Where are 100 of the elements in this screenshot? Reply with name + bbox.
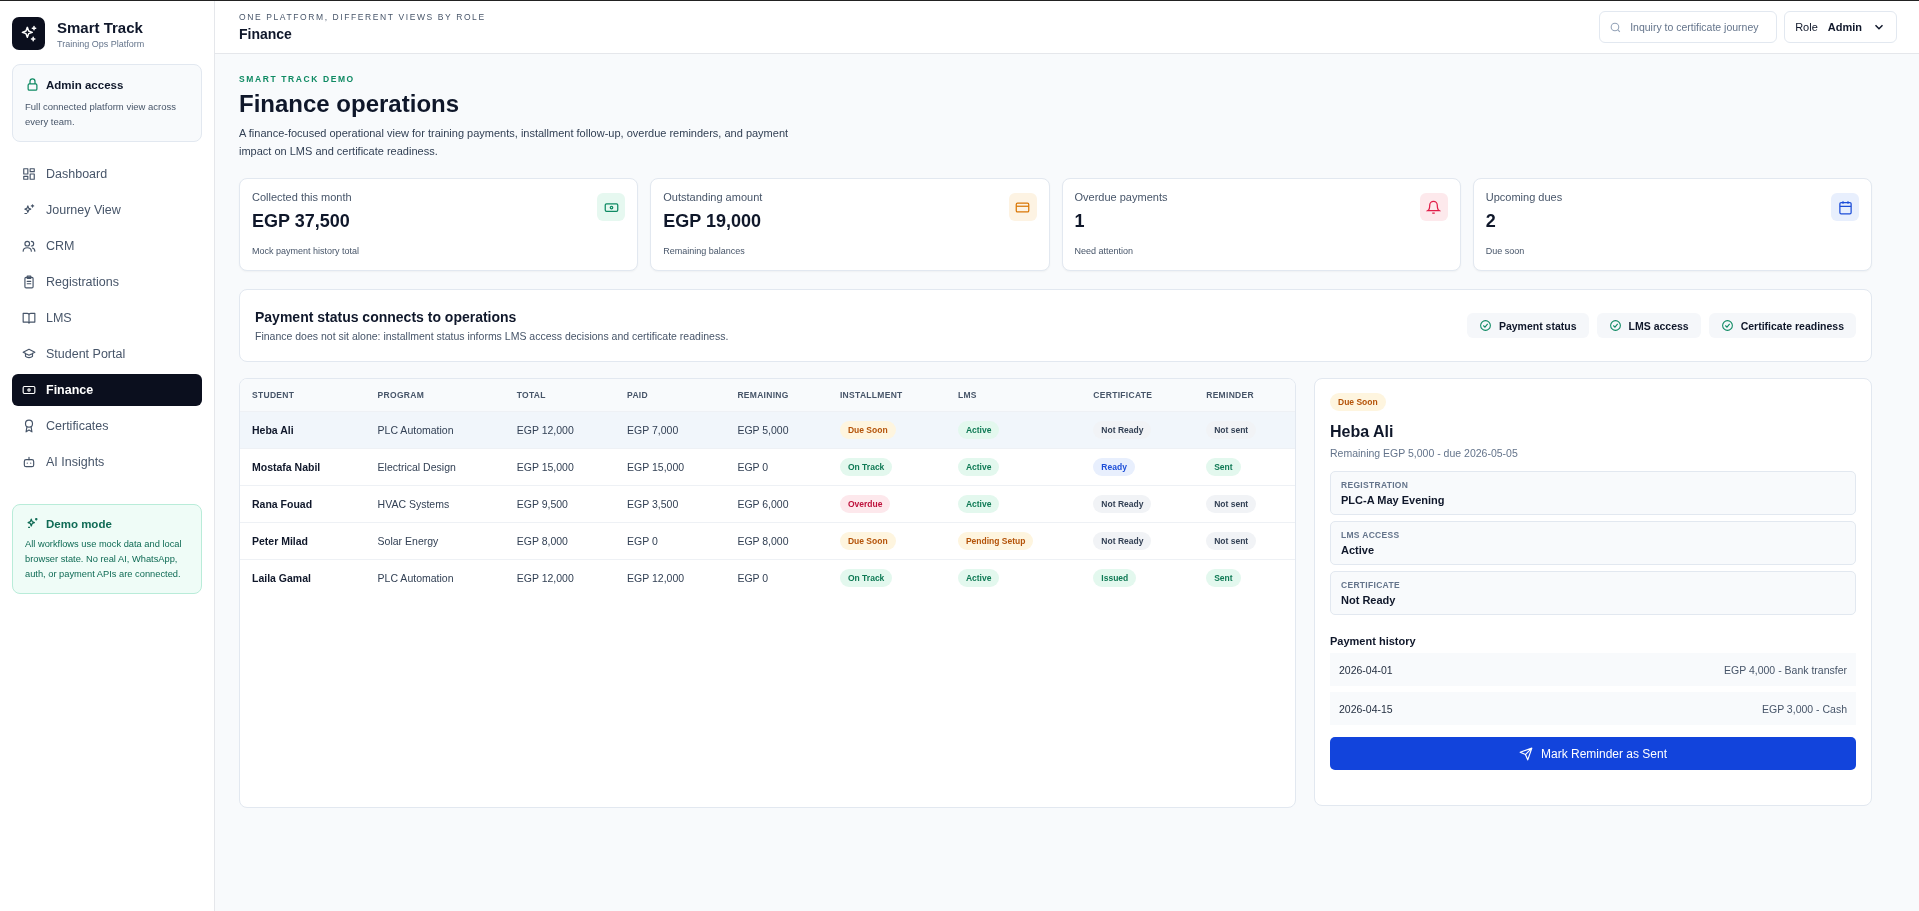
status-badge: Not sent bbox=[1206, 532, 1257, 551]
award-icon bbox=[22, 419, 36, 434]
bell-icon bbox=[1419, 193, 1448, 222]
payment-date: 2026-04-01 bbox=[1339, 663, 1393, 676]
role-dropdown[interactable]: Role Admin bbox=[1784, 11, 1897, 43]
table-cell: PLC Automation bbox=[377, 572, 454, 585]
status-chip: LMS access bbox=[1596, 313, 1701, 339]
status-badge: Sent bbox=[1206, 458, 1241, 477]
table-cell: EGP 12,000 bbox=[516, 424, 574, 437]
page-title: Finance operations bbox=[239, 90, 461, 118]
table-cell: Laila Gamal bbox=[252, 572, 311, 585]
info-value: PLC-A May Evening bbox=[1341, 494, 1446, 507]
stat-value: EGP 37,500 bbox=[252, 211, 351, 233]
student-name: Heba Ali bbox=[1330, 423, 1395, 442]
table-cell: Electrical Design bbox=[377, 461, 456, 474]
robot-icon bbox=[22, 455, 36, 470]
mark-reminder-button[interactable]: Mark Reminder as Sent bbox=[1330, 737, 1856, 771]
access-text: Full connected platform view across every team. bbox=[25, 100, 177, 130]
table-row[interactable]: Laila Gamal PLC Automation EGP 12,000 EGP 12,000 EGP 0 On Track Active Issued Sent bbox=[240, 559, 1295, 597]
brand-name: Smart Track bbox=[57, 18, 144, 36]
info-label: REGISTRATION bbox=[1341, 480, 1410, 491]
table-cell: Rana Fouad bbox=[252, 498, 313, 511]
table-cell: EGP 3,500 bbox=[627, 498, 679, 511]
nav-item[interactable]: Dashboard bbox=[12, 158, 202, 191]
column-header: LMS bbox=[945, 379, 1082, 412]
status-badge: Due Soon bbox=[1330, 393, 1386, 412]
header-title: Finance bbox=[239, 26, 293, 42]
info-value: Active bbox=[1341, 544, 1376, 557]
column-header: TOTAL bbox=[504, 379, 616, 412]
calendar-icon bbox=[1831, 193, 1859, 222]
status-badge: Overdue bbox=[839, 495, 891, 514]
status-badge: Not sent bbox=[1206, 495, 1257, 514]
status-badge: Active bbox=[957, 421, 1000, 440]
table-cell: HVAC Systems bbox=[377, 498, 450, 511]
nav-item[interactable]: Registrations bbox=[12, 266, 202, 299]
status-chip: Certificate readiness bbox=[1708, 313, 1856, 339]
table-cell: Mostafa Nabil bbox=[252, 461, 321, 474]
connection-title: Payment status connects to operations bbox=[255, 309, 518, 326]
table-cell: EGP 0 bbox=[737, 572, 769, 585]
page-description: A finance-focused operational view for training payments, installment follow-up, overdue reminders, and payment impact on LMS and certificate readiness. bbox=[239, 126, 790, 160]
header-eyebrow: ONE PLATFORM, DIFFERENT VIEWS BY ROLE bbox=[239, 12, 486, 22]
column-header: PROGRAM bbox=[365, 379, 505, 412]
stat-label: Upcoming dues bbox=[1485, 191, 1563, 204]
nav-item[interactable]: Finance bbox=[12, 374, 202, 407]
status-badge: Not sent bbox=[1206, 421, 1257, 440]
search-field[interactable]: Inquiry to certificate journey bbox=[1599, 11, 1778, 43]
table-cell: EGP 12,000 bbox=[627, 572, 685, 585]
nav-item[interactable]: LMS bbox=[12, 302, 202, 335]
column-header: REMAINING bbox=[725, 379, 828, 412]
table-row[interactable]: Mostafa Nabil Electrical Design EGP 15,000 EGP 15,000 EGP 0 On Track Active Ready Sent bbox=[240, 448, 1295, 486]
stat-note: Need attention bbox=[1074, 246, 1135, 257]
table-cell: EGP 8,000 bbox=[516, 535, 568, 548]
status-badge: Not Ready bbox=[1093, 421, 1152, 440]
stat-note: Remaining balances bbox=[663, 246, 746, 257]
nav-item[interactable]: Journey View bbox=[12, 194, 202, 227]
table-cell: Heba Ali bbox=[252, 424, 294, 437]
status-badge: Not Ready bbox=[1093, 495, 1152, 514]
table-cell: EGP 6,000 bbox=[737, 498, 789, 511]
clipboard-icon bbox=[22, 275, 36, 290]
stat-label: Outstanding amount bbox=[663, 191, 763, 204]
table-row[interactable]: Peter Milad Solar Energy EGP 8,000 EGP 0 EGP 8,000 Due Soon Pending Setup Not Ready Not sent bbox=[240, 522, 1295, 560]
payment-date: 2026-04-15 bbox=[1339, 702, 1393, 715]
brand-tagline: Training Ops Platform bbox=[57, 38, 145, 49]
info-label: LMS ACCESS bbox=[1341, 530, 1401, 541]
nav-item[interactable]: Certificates bbox=[12, 410, 202, 443]
grid-icon bbox=[22, 167, 36, 182]
send-icon bbox=[1518, 746, 1533, 761]
lock-icon bbox=[25, 77, 40, 92]
table-cell: Solar Energy bbox=[377, 535, 439, 548]
status-badge: Due Soon bbox=[839, 532, 896, 551]
table-cell: PLC Automation bbox=[377, 424, 454, 437]
table-cell: Peter Milad bbox=[252, 535, 309, 548]
nav-item[interactable]: Student Portal bbox=[12, 338, 202, 371]
status-badge: Due Soon bbox=[839, 421, 896, 440]
stat-value: 2 bbox=[1485, 211, 1497, 233]
table-row[interactable]: Heba Ali PLC Automation EGP 12,000 EGP 7,000 EGP 5,000 Due Soon Active Not Ready Not sent bbox=[240, 411, 1295, 449]
column-header: REMINDER bbox=[1194, 379, 1295, 412]
table-cell: EGP 8,000 bbox=[737, 535, 789, 548]
nav-item[interactable]: AI Insights bbox=[12, 446, 202, 479]
check-circle-icon bbox=[1720, 319, 1734, 333]
status-badge: On Track bbox=[839, 458, 893, 477]
table-cell: EGP 7,000 bbox=[627, 424, 679, 437]
table-row[interactable]: Rana Fouad HVAC Systems EGP 9,500 EGP 3,500 EGP 6,000 Overdue Active Not Ready Not sent bbox=[240, 485, 1295, 523]
stat-value: EGP 19,000 bbox=[663, 211, 762, 233]
stat-label: Overdue payments bbox=[1074, 191, 1168, 204]
info-value: Not Ready bbox=[1341, 594, 1397, 607]
status-badge: Active bbox=[957, 569, 1000, 588]
table-cell: EGP 15,000 bbox=[627, 461, 685, 474]
table-cell: EGP 0 bbox=[627, 535, 658, 548]
status-badge: Ready bbox=[1093, 458, 1135, 477]
demo-title: Demo mode bbox=[46, 517, 112, 530]
payment-info: EGP 3,000 - Cash bbox=[1761, 702, 1847, 715]
stat-label: Collected this month bbox=[252, 191, 353, 204]
check-circle-icon bbox=[1608, 319, 1622, 333]
stat-value: 1 bbox=[1074, 211, 1086, 233]
nav-item[interactable]: CRM bbox=[12, 230, 202, 263]
check-circle-icon bbox=[1478, 319, 1492, 333]
stat-note: Mock payment history total bbox=[252, 246, 360, 257]
column-header: CERTIFICATE bbox=[1081, 379, 1195, 412]
book-icon bbox=[22, 311, 36, 326]
